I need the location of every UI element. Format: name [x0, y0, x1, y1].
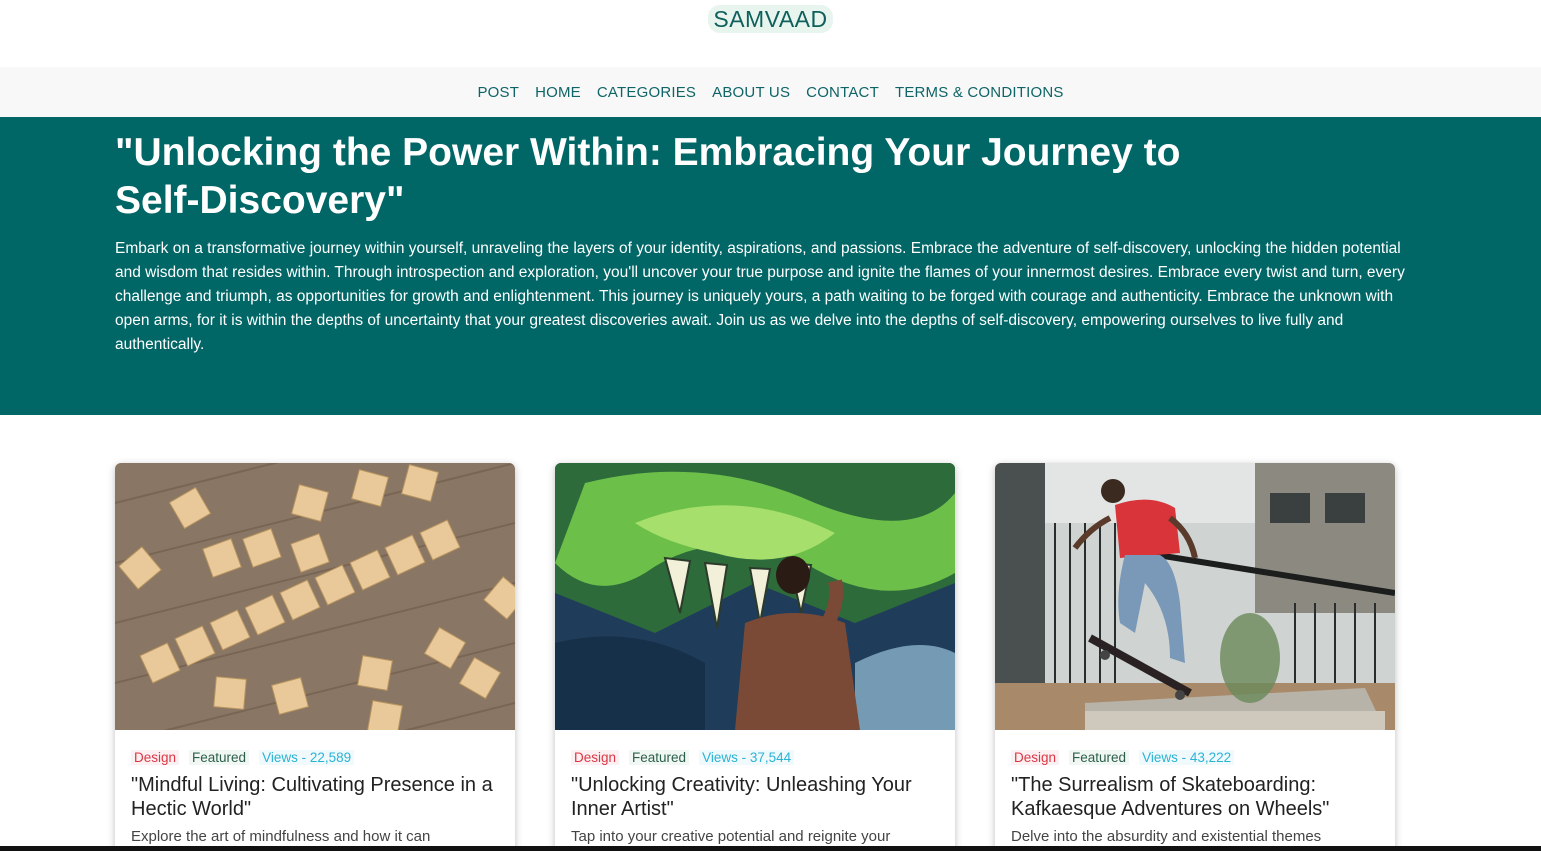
views-count: Views - 22,589	[259, 750, 355, 765]
category-tag[interactable]: Design	[1011, 750, 1060, 765]
graffiti-artist-image	[555, 463, 955, 730]
nav-link-about-us[interactable]: ABOUT US	[712, 84, 790, 101]
post-title[interactable]: "Unlocking Creativity: Unleashing Your I…	[555, 765, 955, 821]
post-meta: Design Featured Views - 22,589	[115, 730, 515, 765]
featured-tag[interactable]: Featured	[1069, 750, 1130, 765]
featured-tag[interactable]: Featured	[629, 750, 690, 765]
views-count: Views - 37,544	[699, 750, 795, 765]
post-card[interactable]: Design Featured Views - 37,544 "Unlockin…	[555, 463, 955, 851]
hero-title: "Unlocking the Power Within: Embracing Y…	[115, 131, 1181, 222]
site-header: SAMVAAD	[0, 0, 1541, 67]
views-count: Views - 43,222	[1139, 750, 1235, 765]
main-nav: POST HOME CATEGORIES ABOUT US CONTACT TE…	[0, 67, 1541, 117]
post-excerpt: Explore the art of mindfulness and how i…	[131, 828, 431, 845]
scrabble-tiles-image	[115, 463, 515, 730]
post-thumbnail-scrabble[interactable]	[115, 463, 515, 730]
post-thumbnail-skateboard[interactable]	[995, 463, 1395, 730]
post-excerpt: Tap into your creative potential and rei…	[571, 828, 891, 845]
category-tag[interactable]: Design	[131, 750, 180, 765]
bottom-divider	[0, 846, 1541, 851]
skateboarder-image	[995, 463, 1395, 730]
post-thumbnail-graffiti[interactable]	[555, 463, 955, 730]
nav-link-terms[interactable]: TERMS & CONDITIONS	[895, 84, 1064, 101]
site-logo[interactable]: SAMVAAD	[708, 5, 833, 33]
post-card[interactable]: Design Featured Views - 22,589 "Mindful …	[115, 463, 515, 851]
post-meta: Design Featured Views - 43,222	[995, 730, 1395, 765]
post-title[interactable]: "The Surrealism of Skateboarding: Kafkae…	[995, 765, 1395, 821]
post-excerpt: Delve into the absurdity and existential…	[1011, 828, 1322, 845]
category-tag[interactable]: Design	[571, 750, 620, 765]
post-card[interactable]: Design Featured Views - 43,222 "The Surr…	[995, 463, 1395, 851]
hero-description: Embark on a transformative journey withi…	[115, 240, 1405, 353]
featured-tag[interactable]: Featured	[189, 750, 250, 765]
hero-banner: "Unlocking the Power Within: Embracing Y…	[0, 117, 1541, 415]
nav-link-contact[interactable]: CONTACT	[806, 84, 879, 101]
nav-link-home[interactable]: HOME	[535, 84, 581, 101]
nav-link-post[interactable]: POST	[477, 84, 519, 101]
nav-link-categories[interactable]: CATEGORIES	[597, 84, 696, 101]
post-title[interactable]: "Mindful Living: Cultivating Presence in…	[115, 765, 515, 821]
post-cards: Design Featured Views - 22,589 "Mindful …	[0, 415, 1541, 851]
post-meta: Design Featured Views - 37,544	[555, 730, 955, 765]
